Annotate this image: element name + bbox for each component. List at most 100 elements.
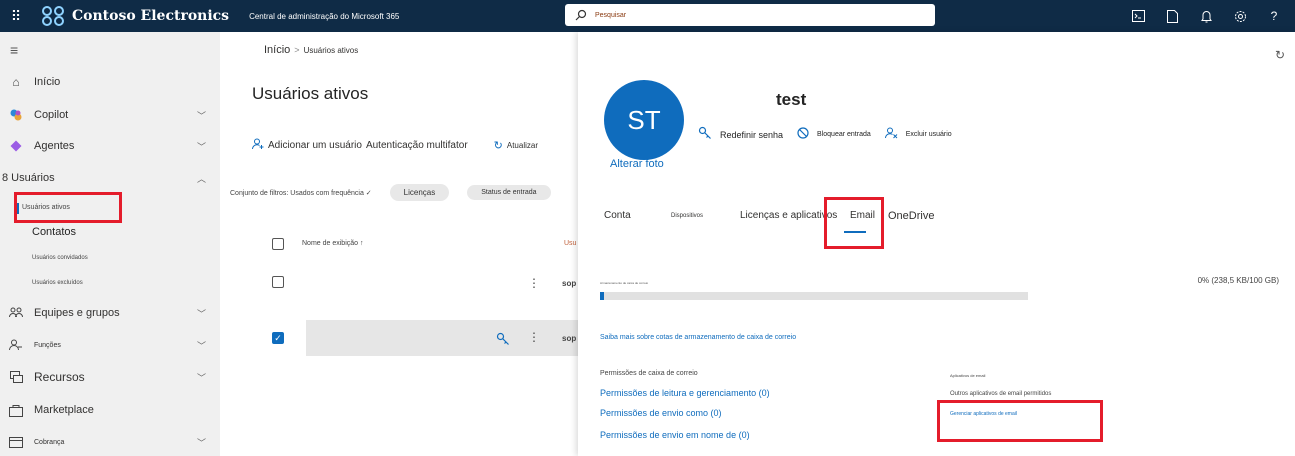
search-icon: [575, 9, 587, 21]
user-detail-panel: ↻ ST Alterar foto test Redefinir senha B…: [578, 32, 1295, 456]
refresh-button[interactable]: Atualizar: [507, 141, 538, 150]
chevron-down-icon: ﹀: [196, 141, 206, 152]
settings-icon[interactable]: [1233, 9, 1247, 23]
teams-icon: [8, 305, 24, 321]
send-on-behalf-permissions-link[interactable]: Permissões de envio em nome de (0): [600, 430, 750, 440]
sidebar-item-cobranca[interactable]: Cobrança ﹀: [0, 432, 220, 452]
column-header-display-name[interactable]: Nome de exibição ↑: [302, 240, 363, 247]
sidebar-item-label: Agentes: [34, 140, 75, 152]
admin-center-title: Central de administração do Microsoft 36…: [249, 11, 400, 21]
sidebar-item-label: Copilot: [34, 109, 69, 121]
breadcrumb-current: Usuários ativos: [303, 46, 359, 55]
sidebar-item-agentes[interactable]: Agentes ﹀: [0, 136, 220, 156]
send-as-permissions-link[interactable]: Permissões de envio como (0): [600, 408, 722, 418]
main-content: Início > Usuários ativos Usuários ativos A…: [220, 32, 580, 456]
change-photo-link[interactable]: Alterar foto: [610, 158, 664, 170]
row-user-name: sop: [562, 279, 577, 288]
signin-status-filter[interactable]: Status de entrada: [467, 185, 551, 200]
bell-icon[interactable]: [1199, 9, 1213, 23]
licenses-filter[interactable]: Licenças: [389, 184, 450, 201]
breadcrumb-home[interactable]: Início: [264, 44, 290, 56]
more-options-icon[interactable]: ⋮: [528, 330, 540, 344]
command-bar: Adicionar um usuário Autenticação multif…: [252, 138, 538, 153]
filter-set-dropdown[interactable]: Conjunto de filtros: Usados com frequênc…: [230, 189, 372, 197]
sidebar-item-copilot[interactable]: Copilot ﹀: [0, 105, 220, 125]
sidebar-item-label: Marketplace: [34, 404, 94, 416]
sidebar-item-usuarios-excluidos[interactable]: Usuários excluídos: [32, 280, 83, 286]
mailbox-quota-link[interactable]: Saiba mais sobre cotas de armazenamento …: [600, 334, 796, 341]
delete-user-button[interactable]: Excluir usuário: [884, 127, 952, 142]
roles-icon: [8, 337, 24, 353]
sidebar-item-equipes[interactable]: Equipes e grupos ﹀: [0, 303, 220, 323]
chevron-right-icon: >: [294, 45, 300, 55]
row-checkbox-checked[interactable]: ✓: [272, 332, 284, 344]
contoso-logo-icon: [38, 4, 68, 28]
brand-name[interactable]: Contoso Electronics: [72, 8, 229, 24]
read-manage-permissions-link[interactable]: Permissões de leitura e gerenciamento (0…: [600, 388, 770, 398]
sidebar-item-label: Recursos: [34, 370, 85, 384]
resources-icon: [8, 369, 24, 385]
tab-conta[interactable]: Conta: [604, 210, 631, 221]
sidebar-item-usuarios[interactable]: 8 Usuários ︿: [0, 168, 220, 188]
more-options-icon[interactable]: ⋮: [528, 276, 540, 290]
filter-bar: Conjunto de filtros: Usados com frequênc…: [230, 184, 551, 201]
sidebar-item-usuarios-convidados[interactable]: Usuários convidados: [32, 255, 88, 261]
mfa-button[interactable]: Autenticação multifator: [366, 140, 468, 151]
search-input[interactable]: Pesquisar: [595, 12, 626, 19]
billing-icon: [8, 434, 24, 450]
mailbox-storage-label: Armazenamento de caixa de correio: [600, 281, 649, 285]
hamburger-menu-icon[interactable]: ≡: [10, 42, 18, 58]
block-signin-label: Bloquear entrada: [817, 131, 871, 138]
select-all-checkbox[interactable]: [272, 238, 284, 250]
key-icon: [698, 126, 712, 143]
sidebar-item-label: Cobrança: [34, 438, 65, 446]
sidebar: ≡ ⌂ Início Copilot ﹀ Agentes ﹀ 8 Usuário…: [0, 32, 220, 456]
row-user-name: sop: [562, 334, 577, 343]
chevron-down-icon: ﹀: [196, 308, 206, 319]
tab-dispositivos[interactable]: Dispositivos: [671, 213, 703, 219]
manage-email-apps-link[interactable]: Gerenciar aplicativos de email: [950, 411, 1017, 417]
sidebar-item-inicio[interactable]: ⌂ Início: [0, 72, 220, 92]
sidebar-item-marketplace[interactable]: Marketplace: [0, 400, 220, 420]
top-bar: ⠿ Contoso Electronics Central de adminis…: [0, 0, 1295, 32]
search-box[interactable]: Pesquisar: [565, 4, 935, 26]
refresh-icon: ↻: [493, 140, 503, 152]
row-checkbox[interactable]: [272, 276, 284, 288]
block-signin-button[interactable]: Bloquear entrada: [797, 127, 871, 142]
chevron-down-icon: ﹀: [196, 340, 206, 351]
refresh-icon[interactable]: ↻: [1275, 48, 1285, 62]
page-title: Usuários ativos: [252, 84, 369, 103]
block-icon: [797, 127, 809, 142]
mailbox-storage-fill: [600, 292, 604, 300]
chevron-up-icon: ︿: [196, 173, 206, 184]
sidebar-item-label: Início: [34, 76, 61, 88]
add-user-icon: [252, 138, 264, 153]
sidebar-item-usuarios-ativos[interactable]: Usuários ativos: [22, 204, 70, 211]
reset-password-button[interactable]: Redefinir senha: [698, 126, 783, 143]
document-icon[interactable]: [1165, 9, 1179, 23]
help-icon[interactable]: ?: [1267, 9, 1281, 23]
delete-user-label: Excluir usuário: [905, 131, 952, 138]
app-launcher-icon[interactable]: ⠿: [0, 8, 32, 25]
tab-email[interactable]: Email: [850, 210, 875, 221]
active-tab-indicator: [844, 231, 866, 233]
user-display-name: test: [776, 90, 807, 109]
home-icon: ⌂: [12, 75, 20, 89]
column-header-user[interactable]: Usu: [564, 240, 576, 247]
sidebar-item-recursos[interactable]: Recursos ﹀: [0, 367, 220, 387]
tab-licencas-aplicativos[interactable]: Licenças e aplicativos: [740, 210, 837, 221]
delete-user-icon: [884, 127, 898, 142]
sidebar-item-funcoes[interactable]: Funções ﹀: [0, 335, 220, 355]
chevron-down-icon: ﹀: [196, 110, 206, 121]
email-apps-header: Aplicativos de email: [950, 373, 986, 378]
terminal-icon[interactable]: [1131, 9, 1145, 23]
tab-onedrive[interactable]: OneDrive: [888, 210, 934, 222]
sidebar-item-contatos[interactable]: Contatos: [32, 226, 76, 238]
mailbox-storage-bar: [600, 292, 1028, 300]
breadcrumb: Início > Usuários ativos: [264, 44, 358, 56]
sidebar-item-label: Equipes e grupos: [34, 307, 120, 319]
chevron-down-icon: ﹀: [196, 437, 206, 448]
add-user-button[interactable]: Adicionar um usuário: [268, 140, 362, 151]
email-apps-allowed: Outros aplicativos de email permitidos: [950, 391, 1052, 397]
reset-password-icon[interactable]: [496, 332, 510, 351]
